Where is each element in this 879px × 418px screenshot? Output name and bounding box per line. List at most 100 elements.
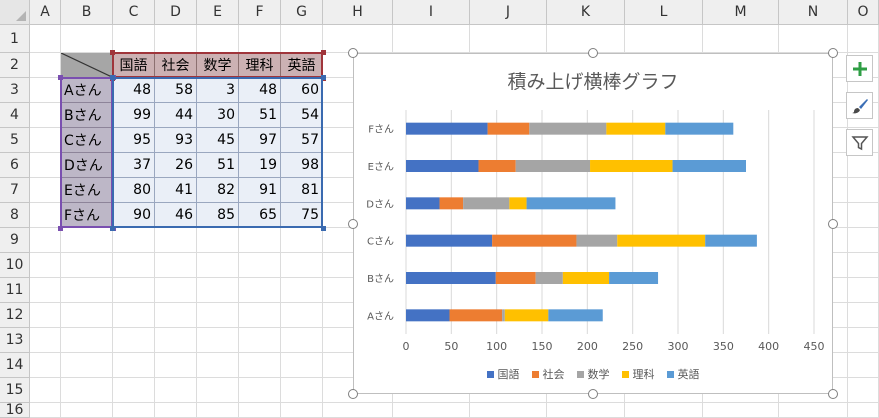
column-header-h[interactable]: H <box>323 0 393 25</box>
header-cell-1[interactable]: 国語 <box>113 53 155 78</box>
column-header-g[interactable]: G <box>281 0 323 25</box>
row-header-12[interactable]: 12 <box>0 303 30 328</box>
score-cell[interactable]: 26 <box>155 153 197 178</box>
bar-segment[interactable] <box>548 309 603 322</box>
column-header-l[interactable]: L <box>625 0 703 25</box>
bar-segment[interactable] <box>504 309 549 322</box>
category-range-handle[interactable] <box>58 75 63 80</box>
score-cell[interactable]: 46 <box>155 203 197 228</box>
score-cell[interactable]: 80 <box>113 178 155 203</box>
chart-resize-handle[interactable] <box>828 389 838 399</box>
values-range-handle[interactable] <box>321 75 326 80</box>
legend-item[interactable]: 国語 <box>486 366 520 382</box>
score-cell[interactable]: 82 <box>197 178 239 203</box>
score-cell[interactable]: 75 <box>281 203 323 228</box>
name-cell-6[interactable]: Fさん <box>61 203 113 228</box>
header-cell-5[interactable]: 英語 <box>281 53 323 78</box>
row-header-1[interactable]: 1 <box>0 25 30 53</box>
row-header-8[interactable]: 8 <box>0 203 30 228</box>
bar-segment[interactable] <box>495 272 536 284</box>
column-header-b[interactable]: B <box>61 0 113 25</box>
chart-legend[interactable]: 国語 社会 数学 理科 英語 <box>354 366 832 382</box>
score-cell[interactable]: 98 <box>281 153 323 178</box>
chart-resize-handle[interactable] <box>348 389 358 399</box>
row-header-13[interactable]: 13 <box>0 328 30 353</box>
row-header-4[interactable]: 4 <box>0 103 30 128</box>
legend-item[interactable]: 社会 <box>531 366 565 382</box>
chart-resize-handle[interactable] <box>348 48 358 58</box>
score-cell[interactable]: 91 <box>239 178 281 203</box>
column-header-m[interactable]: M <box>703 0 779 25</box>
values-range-handle[interactable] <box>321 226 326 231</box>
score-cell[interactable]: 44 <box>155 103 197 128</box>
score-cell[interactable]: 54 <box>281 103 323 128</box>
row-header-16[interactable]: 16 <box>0 402 30 418</box>
select-all-corner[interactable] <box>0 0 30 25</box>
score-cell[interactable]: 51 <box>197 153 239 178</box>
bar-segment[interactable] <box>705 234 757 247</box>
series-name-range-handle[interactable] <box>110 50 115 55</box>
category-range-handle[interactable] <box>58 226 63 231</box>
bar-segment[interactable] <box>406 272 496 284</box>
bar-segment[interactable] <box>665 122 734 135</box>
bar-segment[interactable] <box>487 122 530 135</box>
score-cell[interactable]: 3 <box>197 78 239 103</box>
legend-item[interactable]: 英語 <box>666 366 700 382</box>
series-name-range-handle[interactable] <box>321 50 326 55</box>
score-cell[interactable]: 93 <box>155 128 197 153</box>
table-corner-cell[interactable] <box>61 53 113 78</box>
column-header-n[interactable]: N <box>779 0 848 25</box>
bar-segment[interactable] <box>449 309 503 322</box>
row-header-2[interactable]: 2 <box>0 53 30 78</box>
score-cell[interactable]: 41 <box>155 178 197 203</box>
score-cell[interactable]: 30 <box>197 103 239 128</box>
bar-segment[interactable] <box>576 234 618 247</box>
bar-segment[interactable] <box>672 160 746 172</box>
bar-segment[interactable] <box>406 122 488 135</box>
stacked-bar-chart[interactable]: 積み上げ横棒グラフ 0 50 100 150 200 250 300 350 400 450 Aさん… <box>353 53 833 394</box>
bar-segment[interactable] <box>609 272 659 284</box>
score-cell[interactable]: 81 <box>281 178 323 203</box>
row-header-11[interactable]: 11 <box>0 278 30 303</box>
column-header-c[interactable]: C <box>113 0 155 25</box>
header-cell-3[interactable]: 数学 <box>197 53 239 78</box>
chart-resize-handle[interactable] <box>828 218 838 229</box>
row-header-6[interactable]: 6 <box>0 153 30 178</box>
score-cell[interactable]: 95 <box>113 128 155 153</box>
bar-segment[interactable] <box>502 309 505 322</box>
score-cell[interactable]: 99 <box>113 103 155 128</box>
chart-elements-button[interactable] <box>846 55 873 82</box>
name-cell-1[interactable]: Aさん <box>61 78 113 103</box>
header-cell-2[interactable]: 社会 <box>155 53 197 78</box>
score-cell[interactable]: 85 <box>197 203 239 228</box>
score-cell[interactable]: 65 <box>239 203 281 228</box>
row-header-14[interactable]: 14 <box>0 353 30 378</box>
score-cell[interactable]: 57 <box>281 128 323 153</box>
score-cell[interactable]: 37 <box>113 153 155 178</box>
bar-segment[interactable] <box>526 197 616 210</box>
header-cell-4[interactable]: 理科 <box>239 53 281 78</box>
row-header-9[interactable]: 9 <box>0 228 30 253</box>
row-header-5[interactable]: 5 <box>0 128 30 153</box>
chart-filters-button[interactable] <box>846 129 873 156</box>
legend-item[interactable]: 理科 <box>621 366 655 382</box>
score-cell[interactable]: 90 <box>113 203 155 228</box>
column-header-d[interactable]: D <box>155 0 197 25</box>
name-cell-2[interactable]: Bさん <box>61 103 113 128</box>
bar-segment[interactable] <box>562 272 610 284</box>
bar-segment[interactable] <box>492 234 577 247</box>
bar-segment[interactable] <box>515 160 591 172</box>
score-cell[interactable]: 97 <box>239 128 281 153</box>
bar-segment[interactable] <box>439 197 464 210</box>
score-cell[interactable]: 45 <box>197 128 239 153</box>
row-header-15[interactable]: 15 <box>0 378 30 403</box>
bar-segment[interactable] <box>590 160 673 172</box>
bar-segment[interactable] <box>406 309 450 322</box>
row-header-7[interactable]: 7 <box>0 178 30 203</box>
legend-item[interactable]: 数学 <box>576 366 610 382</box>
chart-resize-handle[interactable] <box>588 389 598 399</box>
bar-segment[interactable] <box>463 197 510 210</box>
name-cell-3[interactable]: Cさん <box>61 128 113 153</box>
bar-segment[interactable] <box>406 160 479 172</box>
bar-segment[interactable] <box>535 272 563 284</box>
